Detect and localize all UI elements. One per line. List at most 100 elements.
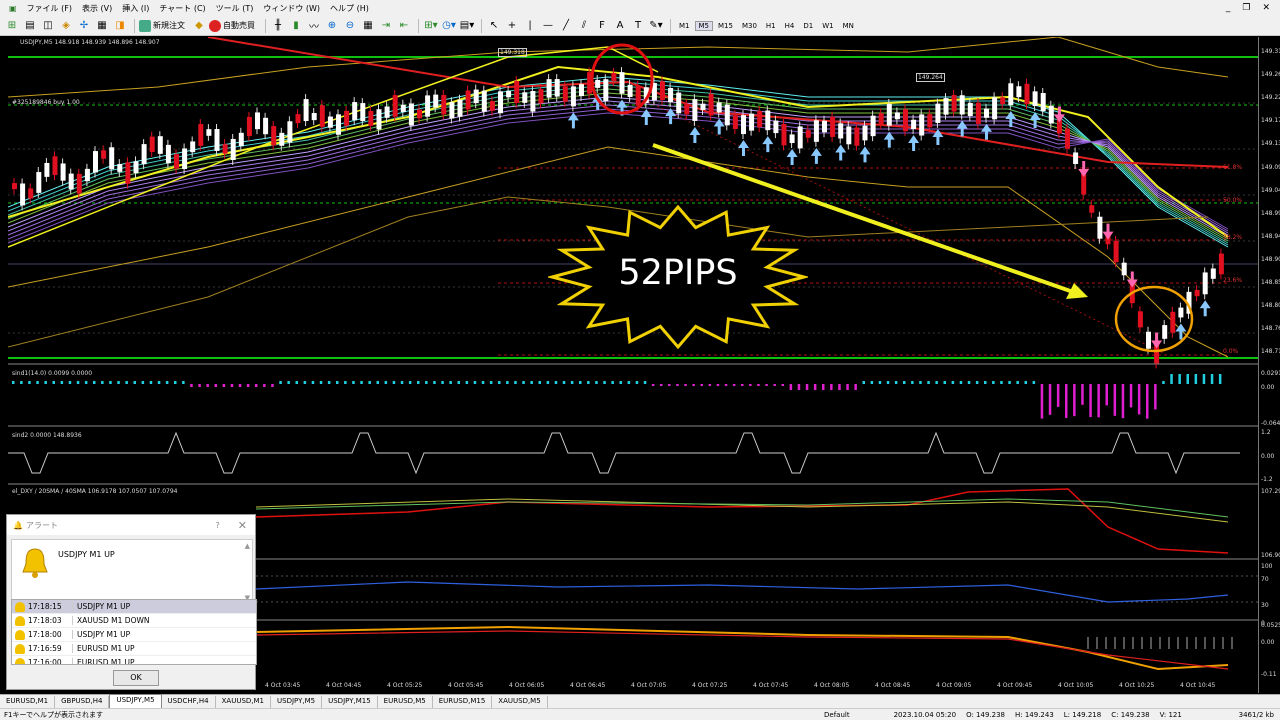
histogram-bar: [911, 381, 914, 384]
timeframe-m1[interactable]: M1: [675, 21, 694, 31]
chart-tab[interactable]: USDJPY,M5: [271, 696, 323, 708]
toolbar-divider: [134, 18, 135, 33]
chart-tab[interactable]: USDCHF,H4: [162, 696, 216, 708]
chart-tab[interactable]: USDJPY,M15: [322, 696, 378, 708]
auto-trade-button[interactable]: 自動売買: [209, 19, 255, 32]
timeframe-h1[interactable]: H1: [762, 21, 780, 31]
tile-icon[interactable]: ▦: [360, 18, 376, 34]
line-chart-icon[interactable]: 〰: [306, 18, 322, 34]
alert-row[interactable]: 17:18:00 USDJPY M1 UP: [12, 628, 256, 642]
chart-tab[interactable]: EURUSD,M5: [378, 696, 433, 708]
alert-row[interactable]: 17:18:15 USDJPY M1 UP: [12, 600, 256, 614]
alert-list[interactable]: 17:18:15 USDJPY M1 UP 17:18:03 XAUUSD M1 DO…: [11, 599, 257, 665]
candle-body: [327, 116, 333, 128]
close-icon[interactable]: ✕: [1262, 3, 1270, 13]
candle-body: [376, 109, 382, 130]
autoscroll-icon[interactable]: ⇥: [378, 18, 394, 34]
channel-icon[interactable]: ⫽: [576, 18, 592, 34]
menu-view[interactable]: 表示 (V): [77, 3, 117, 14]
histogram-bar: [951, 381, 955, 384]
timeframe-m30[interactable]: M30: [738, 21, 761, 31]
candlestick-icon[interactable]: ▮: [288, 18, 304, 34]
histogram-bar: [732, 384, 736, 386]
terminal-icon[interactable]: ▦: [94, 18, 110, 34]
fibonacci-icon[interactable]: F: [594, 18, 610, 34]
chart-shift-icon[interactable]: ⇤: [396, 18, 412, 34]
histogram-bar: [846, 384, 849, 390]
alert-titlebar: 🔔 アラート ? ✕: [7, 515, 255, 535]
candle-body: [1040, 93, 1046, 112]
timeframe-mn[interactable]: MN: [839, 21, 858, 31]
tester-icon[interactable]: ◨: [112, 18, 128, 34]
chart-tab[interactable]: EURUSD,M1: [0, 696, 56, 708]
trendline-icon[interactable]: ╱: [558, 18, 574, 34]
histogram-bar: [222, 384, 226, 387]
chart-tab[interactable]: EURUSD,M15: [433, 696, 493, 708]
timeframe-h4[interactable]: H4: [781, 21, 799, 31]
menu-file[interactable]: ファイル (F): [22, 3, 77, 14]
metaeditor-icon[interactable]: ◆: [191, 18, 207, 34]
menu-insert[interactable]: 挿入 (I): [117, 3, 154, 14]
data-window-icon[interactable]: ◈: [58, 18, 74, 34]
candle-body: [749, 113, 755, 131]
new-chart-icon[interactable]: ⊞: [4, 18, 20, 34]
restore-icon[interactable]: ❐: [1242, 3, 1250, 13]
menu-tools[interactable]: ツール (T): [211, 3, 259, 14]
horizontal-line-icon[interactable]: —: [540, 18, 556, 34]
alert-row[interactable]: 17:18:03 XAUUSD M1 DOWN: [12, 614, 256, 628]
candle-body: [1202, 272, 1208, 295]
zoom-out-icon[interactable]: ⊖: [342, 18, 358, 34]
ind1-tick: -0.0648: [1261, 420, 1280, 427]
ind1-tick: 0.0291: [1261, 370, 1280, 377]
app-icon[interactable]: ▣: [4, 4, 22, 13]
alert-dialog: 🔔 アラート ? ✕ USDJPY M1 UP ▲ ▼ 17:18:15 USDJ…: [6, 514, 257, 690]
candle-body: [295, 114, 301, 124]
indicators-icon[interactable]: ⊞▾: [423, 18, 439, 34]
chart-tab[interactable]: GBPUSD,H4: [55, 696, 110, 708]
vertical-line-icon[interactable]: |: [522, 18, 538, 34]
candle-body: [700, 103, 706, 110]
timeframe-w1[interactable]: W1: [818, 21, 837, 31]
text-icon[interactable]: A: [612, 18, 628, 34]
alert-row-message: USDJPY M1 UP: [72, 602, 256, 611]
minimize-icon[interactable]: _: [1226, 3, 1231, 13]
ok-button[interactable]: OK: [113, 670, 159, 686]
chart-tab[interactable]: USDJPY,M5: [109, 694, 162, 708]
histogram-bar: [1210, 374, 1214, 384]
timeframe-d1[interactable]: D1: [799, 21, 817, 31]
timeframe-m5[interactable]: M5: [694, 20, 713, 31]
alert-row[interactable]: 17:16:59 EURUSD M1 UP: [12, 642, 256, 656]
templates-icon[interactable]: ▤▾: [459, 18, 475, 34]
histogram-bar: [643, 381, 647, 384]
histogram-bar: [724, 384, 728, 386]
zoom-in-icon[interactable]: ⊕: [324, 18, 340, 34]
candle-body: [1089, 205, 1095, 213]
close-icon[interactable]: ✕: [238, 519, 247, 532]
new-order-button[interactable]: 新規注文: [139, 19, 185, 32]
periods-icon[interactable]: ◷▾: [441, 18, 457, 34]
histogram-bar: [1154, 384, 1157, 410]
histogram-bar: [157, 381, 161, 384]
histogram-bar: [1016, 381, 1019, 384]
scroll-up-icon[interactable]: ▲: [245, 542, 250, 550]
price-axis: 149.31 149.26 149.22 149.17 149.13 149.09 149.…: [1258, 37, 1280, 693]
market-watch-icon[interactable]: ◫: [40, 18, 56, 34]
histogram-bar: [1089, 384, 1092, 418]
menu-help[interactable]: ヘルプ (H): [325, 3, 374, 14]
label-icon[interactable]: T: [630, 18, 646, 34]
cursor-icon[interactable]: ↖: [486, 18, 502, 34]
bar-chart-icon[interactable]: ╫: [270, 18, 286, 34]
timeframe-m15[interactable]: M15: [714, 21, 737, 31]
profiles-icon[interactable]: ▤: [22, 18, 38, 34]
alert-row[interactable]: 17:16:00 EURUSD M1 UP: [12, 656, 256, 664]
help-icon[interactable]: ?: [216, 521, 220, 530]
chart-tab[interactable]: XAUUSD,M5: [492, 696, 548, 708]
menu-chart[interactable]: チャート (C): [154, 3, 210, 14]
menu-window[interactable]: ウィンドウ (W): [258, 3, 325, 14]
histogram-bar: [935, 381, 938, 384]
navigator-icon[interactable]: ✢: [76, 18, 92, 34]
crosshair-icon[interactable]: +: [504, 18, 520, 34]
shapes-icon[interactable]: ✎▾: [648, 18, 664, 34]
fib-label-0: 0.0%: [1223, 348, 1239, 355]
chart-tab[interactable]: XAUUSD,M1: [216, 696, 272, 708]
